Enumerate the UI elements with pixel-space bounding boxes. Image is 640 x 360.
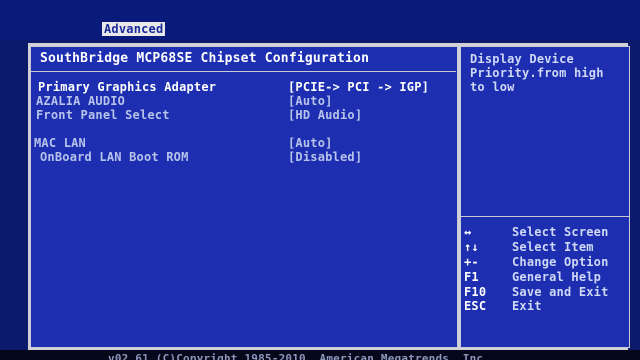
legend-action: Exit bbox=[512, 299, 542, 313]
setting-onboard-lan-boot-rom[interactable]: OnBoard LAN Boot ROM [Disabled] bbox=[0, 150, 456, 164]
plus-minus-icon: +- bbox=[464, 255, 479, 269]
setting-label: AZALIA AUDIO bbox=[36, 94, 126, 108]
legend-action: Select Item bbox=[512, 240, 594, 254]
legend-change-option: +- Change Option bbox=[464, 255, 628, 269]
legend-action: Save and Exit bbox=[512, 285, 609, 299]
setting-value[interactable]: [Auto] bbox=[288, 136, 333, 150]
legend-divider bbox=[460, 216, 630, 217]
tab-advanced[interactable]: Advanced bbox=[102, 22, 166, 36]
setting-azalia-audio[interactable]: AZALIA AUDIO [Auto] bbox=[0, 94, 456, 108]
legend-select-item: ↑↓ Select Item bbox=[464, 240, 628, 254]
legend-general-help: F1 General Help bbox=[464, 270, 628, 284]
setting-label: Front Panel Select bbox=[36, 108, 170, 122]
setting-mac-lan[interactable]: MAC LAN [Auto] bbox=[0, 136, 456, 150]
legend-save-exit: F10 Save and Exit bbox=[464, 285, 628, 299]
left-right-arrow-icon: ↔ bbox=[464, 225, 472, 239]
help-description: Display Device Priority.from high to low bbox=[470, 52, 604, 94]
legend-key: F1 bbox=[464, 270, 479, 284]
legend-exit: ESC Exit bbox=[464, 299, 628, 313]
setting-label: Primary Graphics Adapter bbox=[38, 80, 217, 94]
setting-value[interactable]: [Disabled] bbox=[288, 150, 362, 164]
setting-label: OnBoard LAN Boot ROM bbox=[40, 150, 189, 164]
menu-bar: Advanced bbox=[0, 0, 640, 40]
up-down-arrow-icon: ↑↓ bbox=[464, 240, 479, 254]
setting-value[interactable]: [HD Audio] bbox=[288, 108, 362, 122]
legend-action: Change Option bbox=[512, 255, 609, 269]
legend-key: ESC bbox=[464, 299, 487, 313]
page-title: SouthBridge MCP68SE Chipset Configuratio… bbox=[40, 51, 370, 66]
setting-primary-graphics-adapter[interactable]: Primary Graphics Adapter [PCIE-> PCI -> … bbox=[0, 80, 456, 94]
legend-select-screen: ↔ Select Screen bbox=[464, 225, 628, 239]
legend-action: General Help bbox=[512, 270, 602, 284]
title-divider bbox=[30, 71, 456, 72]
setting-value[interactable]: [Auto] bbox=[288, 94, 333, 108]
legend-action: Select Screen bbox=[512, 225, 609, 239]
setting-front-panel-select[interactable]: Front Panel Select [HD Audio] bbox=[0, 108, 456, 122]
setting-value[interactable]: [PCIE-> PCI -> IGP] bbox=[288, 80, 429, 94]
copyright-text: v02.61 (C)Copyright 1985-2010, American … bbox=[108, 352, 491, 360]
setting-label: MAC LAN bbox=[34, 136, 86, 150]
legend-key: F10 bbox=[464, 285, 487, 299]
bios-screen: Advanced SouthBridge MCP68SE Chipset Con… bbox=[0, 0, 640, 360]
